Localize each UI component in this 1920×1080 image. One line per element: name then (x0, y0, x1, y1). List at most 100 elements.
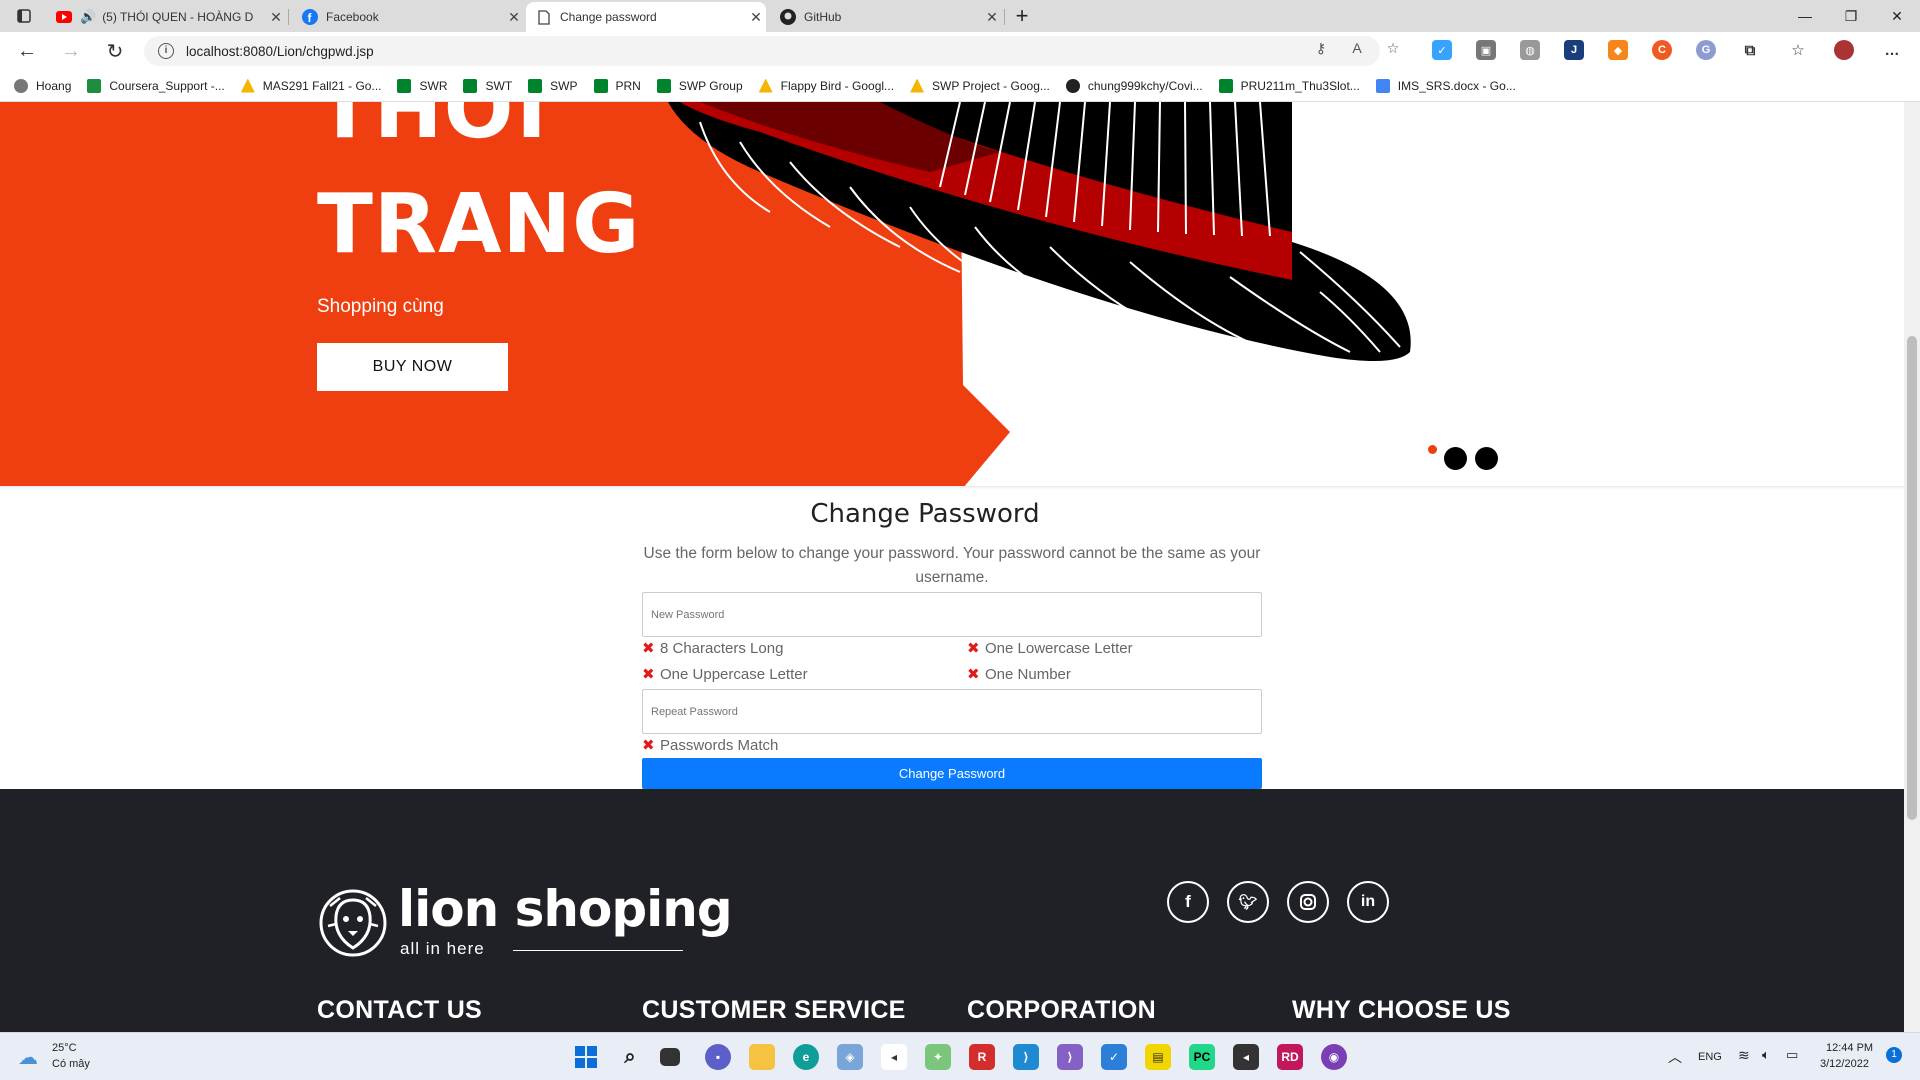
bookmark-item[interactable]: SWP Project - Goog... (910, 78, 1050, 93)
rule-match: ✖ Passwords Match (642, 736, 779, 755)
tab-youtube[interactable]: 🔊 (5) THÓI QUEN - HOÀNG D ✕ (46, 2, 286, 32)
bookmark-item[interactable]: SWP (528, 78, 578, 93)
extension-icon[interactable]: C (1652, 40, 1672, 60)
bookmark-item[interactable]: chung999kchy/Covi... (1065, 78, 1203, 93)
weather-icon[interactable]: ☁ (18, 1045, 38, 1070)
close-tab-icon[interactable]: ✕ (746, 9, 766, 26)
close-tab-icon[interactable]: ✕ (266, 9, 286, 26)
carousel-dot[interactable] (1475, 447, 1498, 470)
bookmark-item[interactable]: Hoang (14, 78, 71, 93)
weather-temp[interactable]: 25°C (52, 1042, 77, 1054)
extension-icon[interactable]: ▣ (1476, 40, 1496, 60)
clock-date[interactable]: 3/12/2022 (1820, 1058, 1869, 1070)
restore-button[interactable]: ❐ (1828, 0, 1874, 32)
chevron-up-icon[interactable]: ︿ (1668, 1047, 1682, 1067)
vscode-icon[interactable]: ⟩ (1013, 1044, 1039, 1070)
tab-title: Change password (560, 10, 657, 24)
footer-heading-contact: CONTACT US (317, 996, 483, 1024)
new-password-input[interactable] (651, 608, 1261, 621)
bookmark-item[interactable]: PRU211m_Thu3Slot... (1218, 78, 1360, 93)
extensions-puzzle-icon[interactable]: ⧉ (1740, 40, 1760, 60)
speaker-icon[interactable]: 🔊 (80, 9, 96, 25)
notification-badge[interactable]: 1 (1886, 1047, 1902, 1063)
new-password-field[interactable] (642, 592, 1262, 637)
extension-icon[interactable]: G (1696, 40, 1716, 60)
change-password-button[interactable]: Change Password (642, 758, 1262, 789)
instagram-icon[interactable] (1287, 881, 1329, 923)
bookmark-item[interactable]: SWR (397, 78, 447, 93)
brand-name: lion shoping (398, 880, 733, 938)
app-icon[interactable]: ✦ (925, 1044, 951, 1070)
buy-now-button[interactable]: BUY NOW (317, 343, 508, 391)
extension-icon[interactable]: ◍ (1520, 40, 1540, 60)
profile-avatar[interactable] (1834, 40, 1854, 60)
back-button[interactable]: ← (12, 36, 42, 66)
favorite-star-icon[interactable]: ☆ (1384, 39, 1402, 57)
bookmark-item[interactable]: MAS291 Fall21 - Go... (240, 78, 381, 93)
app-icon[interactable]: RD (1277, 1044, 1303, 1070)
extension-icon[interactable]: J (1564, 40, 1584, 60)
form-description: Use the form below to change your passwo… (643, 545, 1261, 586)
close-tab-icon[interactable]: ✕ (504, 9, 524, 26)
search-icon[interactable]: ⌕ (617, 1044, 643, 1070)
restore-icon: ❐ (1844, 7, 1858, 24)
key-icon[interactable]: ⚷ (1312, 39, 1330, 57)
bookmark-item[interactable]: Flappy Bird - Googl... (758, 78, 894, 93)
app-icon[interactable]: ◂ (881, 1044, 907, 1070)
twitter-icon[interactable]: 🐦︎ (1227, 881, 1269, 923)
edge-icon[interactable]: e (793, 1044, 819, 1070)
task-view-icon[interactable] (660, 1048, 680, 1066)
battery-icon[interactable]: ▭ (1786, 1047, 1798, 1063)
language-indicator[interactable]: ENG (1698, 1051, 1722, 1063)
arrow-left-icon: ← (17, 39, 37, 62)
bookmark-item[interactable]: IMS_SRS.docx - Go... (1375, 78, 1516, 93)
tab-github[interactable]: GitHub ✕ (770, 2, 1002, 32)
minimize-button[interactable]: — (1782, 0, 1828, 32)
todo-icon[interactable]: ✓ (1101, 1044, 1127, 1070)
sticky-notes-icon[interactable]: ▤ (1145, 1044, 1171, 1070)
read-aloud-icon[interactable]: A (1348, 39, 1366, 57)
hero-title-line2: TRANG (317, 177, 641, 272)
bookmark-item[interactable]: PRN (593, 78, 641, 93)
scrollbar-thumb[interactable] (1907, 336, 1917, 820)
address-bar[interactable]: i localhost:8080/Lion/chgpwd.jsp (144, 36, 1380, 66)
site-info-icon[interactable]: i (158, 43, 174, 59)
volume-icon[interactable]: 🔈︎ (1762, 1047, 1770, 1063)
extension-icon[interactable]: ✓ (1432, 40, 1452, 60)
virtualbox-icon[interactable]: ◈ (837, 1044, 863, 1070)
tab-title: (5) THÓI QUEN - HOÀNG D (102, 10, 254, 24)
footer-heading-corporation: CORPORATION (967, 996, 1156, 1024)
metamask-icon[interactable]: ◆ (1608, 40, 1628, 60)
favorites-icon[interactable]: ☆ (1788, 40, 1808, 60)
more-menu-icon[interactable]: … (1882, 40, 1902, 60)
visual-studio-icon[interactable]: ⟩ (1057, 1044, 1083, 1070)
chat-icon[interactable]: ▪ (705, 1044, 731, 1070)
refresh-button[interactable]: ↻ (100, 36, 130, 66)
carousel-dot-active[interactable] (1428, 445, 1437, 454)
close-tab-icon[interactable]: ✕ (982, 9, 1002, 26)
tab-change-password[interactable]: Change password ✕ (526, 2, 766, 32)
clock-time[interactable]: 12:44 PM (1826, 1042, 1873, 1054)
app-icon[interactable]: ◂ (1233, 1044, 1259, 1070)
app-icon[interactable]: R (969, 1044, 995, 1070)
carousel-dot[interactable] (1444, 447, 1467, 470)
wifi-icon[interactable]: ≋ (1738, 1047, 1750, 1064)
linkedin-icon[interactable]: in (1347, 881, 1389, 923)
close-window-button[interactable]: ✕ (1874, 0, 1920, 32)
weather-desc[interactable]: Có mây (52, 1058, 90, 1070)
tab-facebook[interactable]: f Facebook ✕ (292, 2, 524, 32)
new-tab-button[interactable]: + (1006, 0, 1038, 32)
bookmark-item[interactable]: Coursera_Support -... (87, 78, 225, 93)
bookmark-item[interactable]: SWT (463, 78, 512, 93)
start-icon[interactable] (573, 1044, 599, 1070)
tab-actions-button[interactable] (6, 0, 42, 32)
file-explorer-icon[interactable] (749, 1044, 775, 1070)
forward-button[interactable]: → (56, 36, 86, 66)
minimize-icon: — (1798, 8, 1812, 24)
repeat-password-field[interactable] (642, 689, 1262, 734)
repeat-password-input[interactable] (651, 705, 1261, 718)
bookmark-item[interactable]: SWP Group (656, 78, 743, 93)
github-desktop-icon[interactable]: ◉ (1321, 1044, 1347, 1070)
pycharm-icon[interactable]: PC (1189, 1044, 1215, 1070)
facebook-icon[interactable]: f (1167, 881, 1209, 923)
